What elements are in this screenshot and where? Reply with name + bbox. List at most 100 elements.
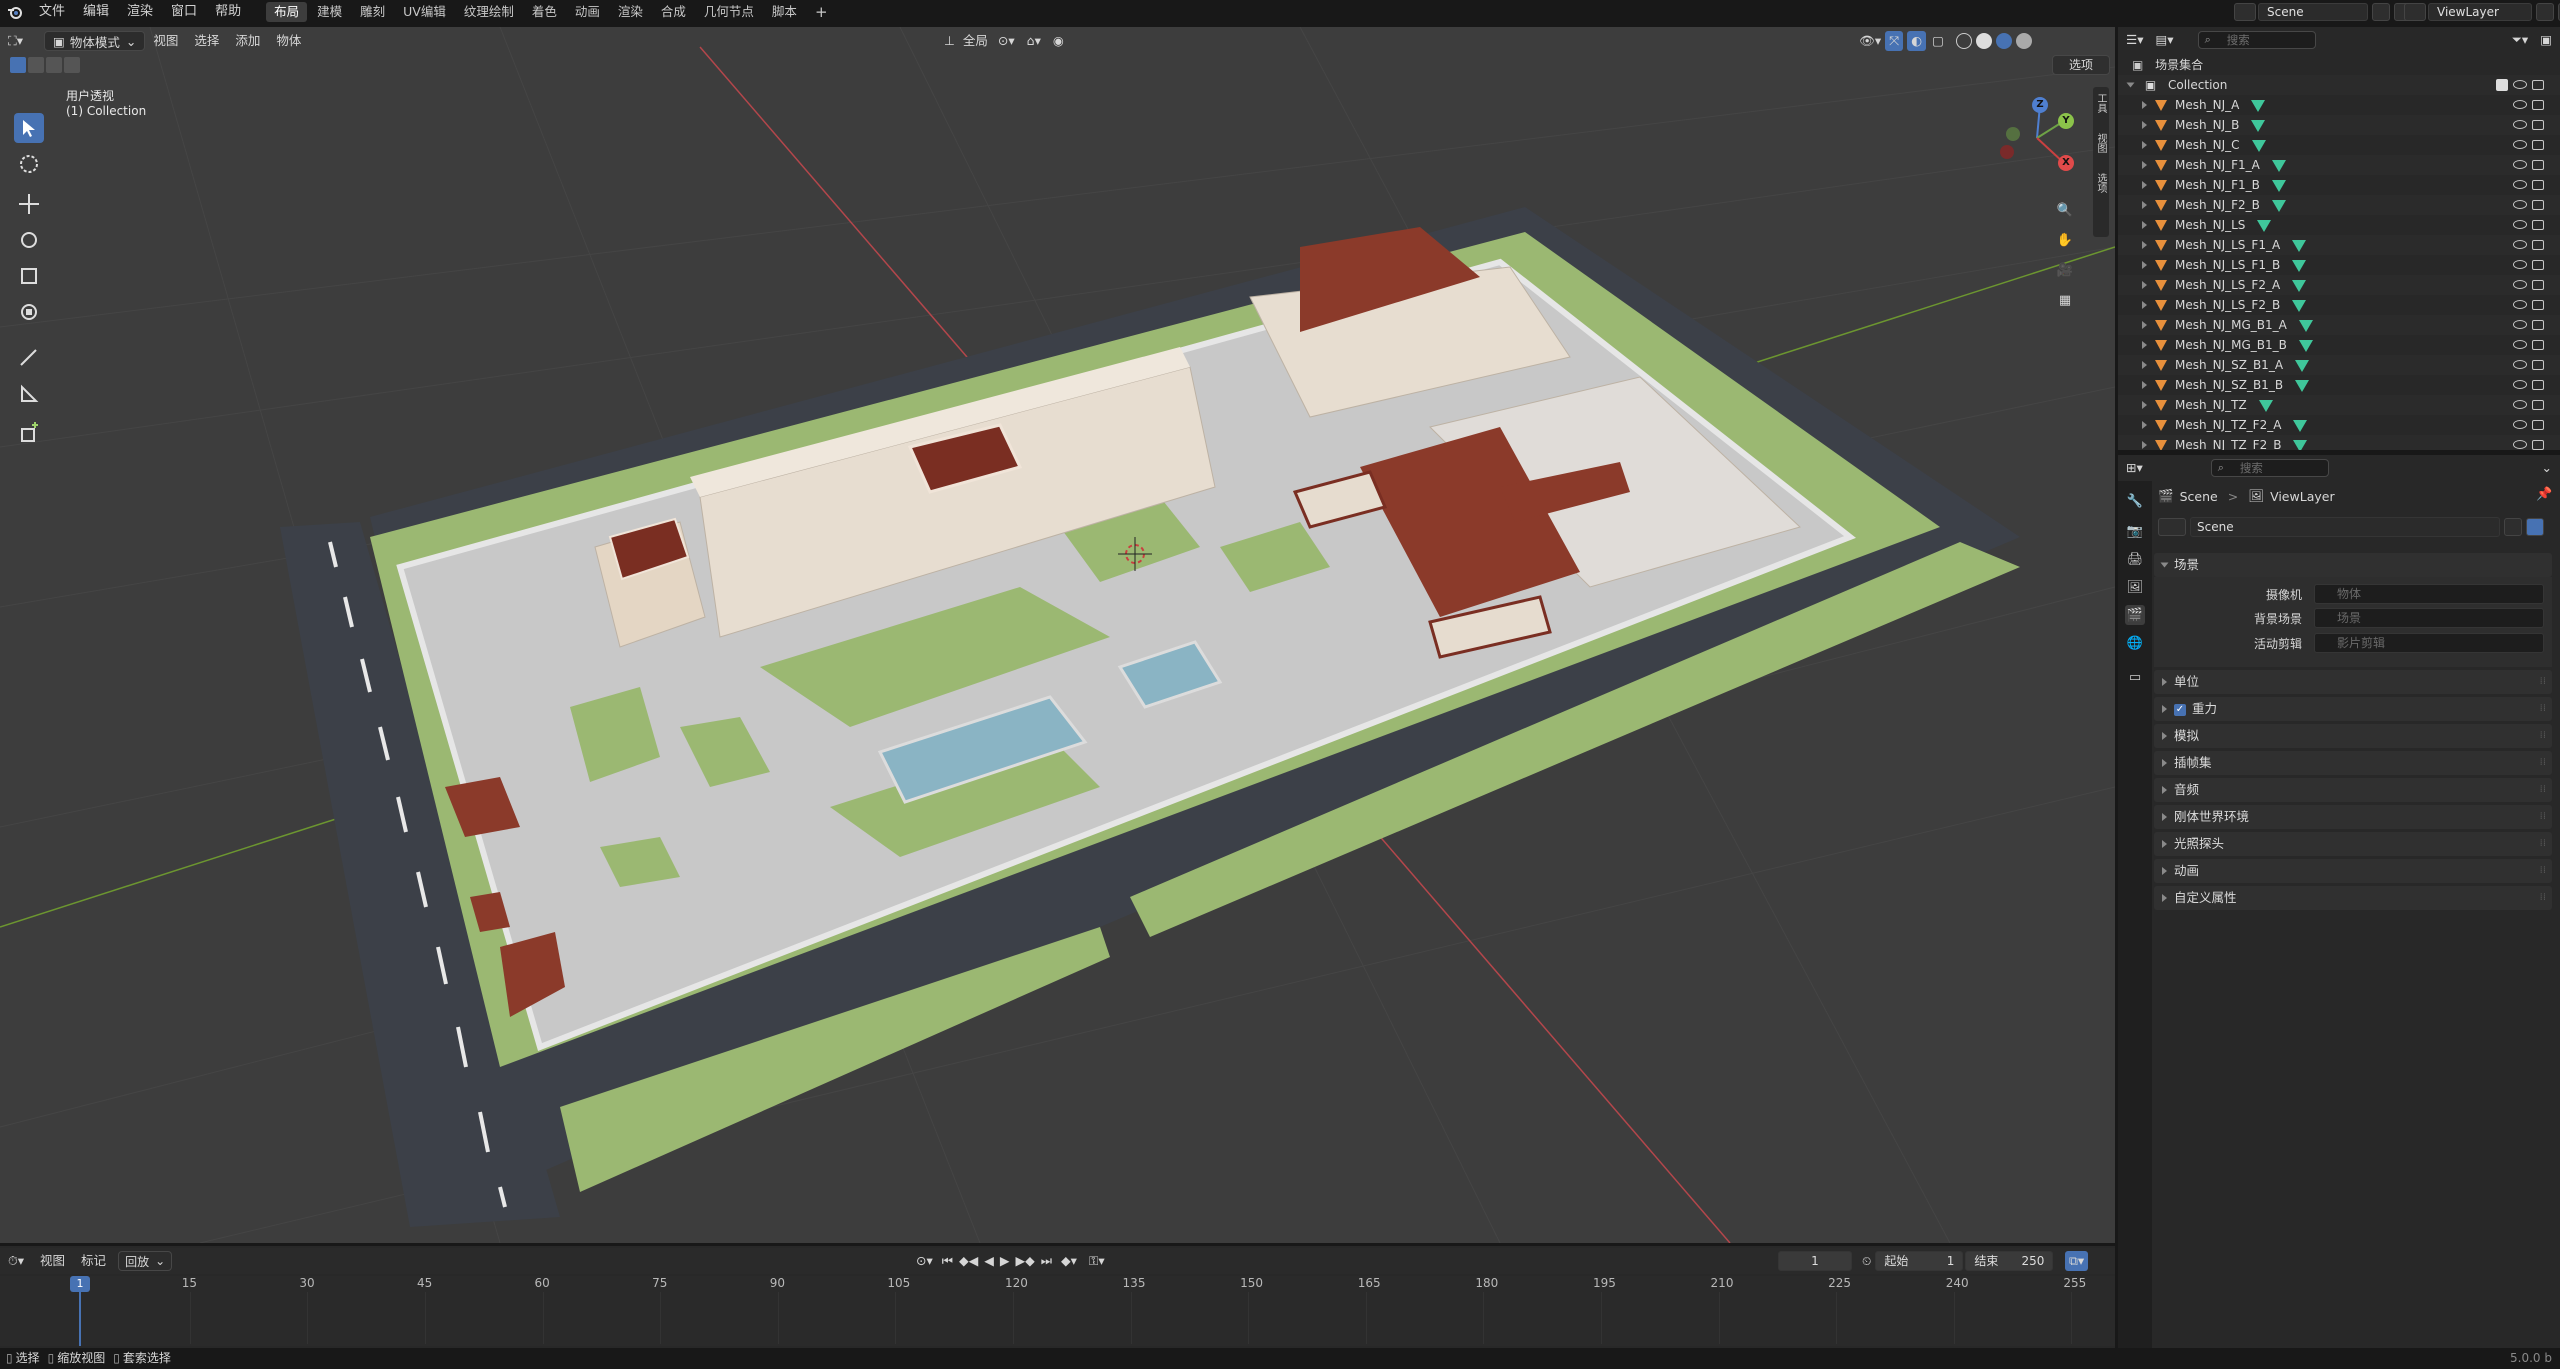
rotate-tool-icon[interactable] [14,225,44,255]
visibility-icon[interactable] [2513,320,2527,329]
sidebar-tab-view[interactable]: 视图 [2093,127,2108,167]
gizmo-toggle-icon[interactable]: ⤧ [1885,31,1904,51]
tab-scripting[interactable]: 脚本 [764,2,805,22]
tab-modeling[interactable]: 建模 [309,2,350,22]
mesh-data-icon[interactable] [2251,119,2266,132]
tab-layout[interactable]: 布局 [266,2,308,22]
camera-view-icon[interactable]: 🎥 [2052,257,2078,283]
start-frame-field[interactable]: 起始 1 [1875,1251,1964,1271]
visibility-icon[interactable] [2513,360,2527,369]
view-layer-icon[interactable] [2404,3,2426,21]
render-tab-icon[interactable]: 📷 [2125,521,2145,541]
visibility-icon[interactable] [2513,160,2527,169]
timeline-menu-marker[interactable]: 标记 [73,1251,114,1271]
expand-arrow-icon[interactable] [2142,321,2147,329]
outliner-editor-icon[interactable]: ☰▾ [2118,30,2151,50]
collection-tab-icon[interactable]: ▭ [2125,667,2145,687]
snap-icon[interactable]: ⌂▾ [1021,31,1047,51]
expand-arrow-icon[interactable] [2142,301,2147,309]
options-dropdown[interactable]: 选项 [2052,55,2110,75]
properties-search[interactable]: ⌕ 搜索 [2210,459,2329,477]
gizmo-neg-y[interactable] [2006,127,2020,141]
render-visibility-icon[interactable] [2532,140,2544,150]
select-new-icon[interactable] [10,57,26,73]
expand-arrow-icon[interactable] [2142,161,2147,169]
expand-arrow-icon[interactable] [2142,421,2147,429]
editor-type-icon[interactable]: ⛶▾ [0,31,36,51]
menu-file[interactable]: 文件 [30,0,74,24]
outliner-item[interactable]: Mesh_NJ_TZ_F2_B [2118,435,2560,450]
render-visibility-icon[interactable] [2532,260,2544,270]
panel-item[interactable]: 插帧集 ⁞⁞ [2154,751,2552,775]
outliner-item[interactable]: Mesh_NJ_SZ_B1_A [2118,355,2560,375]
outliner-item[interactable]: Mesh_NJ_LS_F1_B [2118,255,2560,275]
expand-arrow-icon[interactable] [2142,341,2147,349]
scene-name-field[interactable]: Scene [2258,3,2368,21]
keyframe-insert-icon[interactable]: ◆▾ [1055,1251,1083,1271]
camera-field[interactable]: 物体 [2314,584,2544,604]
3d-viewport[interactable]: ⛶▾ ▣ 物体模式 ⌄ 视图 选择 添加 物体 ⊥ 全局 ⊙▾ ⌂▾ ◉ 👁▾ … [0,27,2115,1243]
render-visibility-icon[interactable] [2532,300,2544,310]
render-visibility-icon[interactable] [2532,400,2544,410]
transform-tool-icon[interactable] [14,297,44,327]
world-tab-icon[interactable]: 🌐 [2125,633,2145,653]
outliner-item[interactable]: Mesh_NJ_F1_A [2118,155,2560,175]
panel-scene[interactable]: 场景 [2154,553,2552,577]
expand-arrow-icon[interactable] [2142,241,2147,249]
drag-handle-icon[interactable]: ⁞⁞ [2540,832,2546,856]
mesh-data-icon[interactable] [2251,99,2266,112]
render-visibility-icon[interactable] [2532,280,2544,290]
tab-animation[interactable]: 动画 [567,2,608,22]
render-visibility-icon[interactable] [2532,360,2544,370]
render-visibility-icon[interactable] [2532,440,2544,450]
outliner-item[interactable]: Mesh_NJ_F2_B [2118,195,2560,215]
drag-handle-icon[interactable]: ⁞⁞ [2540,724,2546,748]
mesh-data-icon[interactable] [2258,399,2273,412]
render-visibility-icon[interactable] [2532,380,2544,390]
current-frame-field[interactable]: 1 [1778,1251,1852,1271]
tab-rendering[interactable]: 渲染 [610,2,651,22]
pivot-icon[interactable]: ⊙▾ [992,31,1021,51]
jump-end-icon[interactable]: ⏭ [1038,1251,1055,1271]
visibility-icon[interactable] [2513,340,2527,349]
panel-item[interactable]: 刚体世界环境 ⁞⁞ [2154,805,2552,829]
properties-options-icon[interactable]: ⌄ [2534,458,2560,478]
expand-arrow-icon[interactable] [2142,181,2147,189]
visibility-icon[interactable] [2513,180,2527,189]
timeline-menu-view[interactable]: 视图 [32,1251,73,1271]
sidebar-tab-options[interactable]: 选项 [2093,167,2108,207]
render-visibility-icon[interactable] [2532,100,2544,110]
gizmo-neg-x[interactable] [2000,145,2014,159]
tab-shading[interactable]: 着色 [524,2,565,22]
mesh-data-icon[interactable] [2298,339,2313,352]
visibility-icon[interactable] [2513,380,2527,389]
timeline-ruler[interactable]: 15 30 45 60 75 90 105 120 135 150 165 180 195 210 225 2… [0,1276,2115,1346]
tree-scene-collection[interactable]: ▣ 场景集合 [2118,55,2560,75]
drag-handle-icon[interactable]: ⁞⁞ [2540,751,2546,775]
prev-keyframe-icon[interactable]: ◆◀ [956,1251,981,1271]
next-keyframe-icon[interactable]: ▶◆ [1013,1251,1038,1271]
visibility-icon[interactable] [2513,440,2527,449]
new-scene-icon[interactable] [2372,3,2390,21]
render-visibility-icon[interactable] [2532,420,2544,430]
expand-arrow-icon[interactable] [2142,201,2147,209]
menu-view[interactable]: 视图 [145,31,186,51]
orientation-icon[interactable]: ⊥ [940,31,959,51]
view-layer-tab-icon[interactable]: 🖼 [2125,577,2145,597]
render-visibility-icon[interactable] [2532,120,2544,130]
mesh-data-icon[interactable] [2271,159,2286,172]
outliner-item[interactable]: Mesh_NJ_TZ [2118,395,2560,415]
active-clip-field[interactable]: 影片剪辑 [2314,633,2544,653]
view-layer-field[interactable]: ViewLayer [2428,3,2532,21]
collection-render-icon[interactable] [2532,80,2544,90]
panel-item[interactable]: 自定义属性 ⁞⁞ [2154,886,2552,910]
shading-wireframe-icon[interactable] [1955,33,1972,49]
expand-arrow-icon[interactable] [2126,82,2135,88]
mesh-data-icon[interactable] [2295,379,2310,392]
outliner-item[interactable]: Mesh_NJ_B [2118,115,2560,135]
move-tool-icon[interactable] [14,189,44,219]
visibility-icon[interactable] [2513,420,2527,429]
mesh-data-icon[interactable] [2293,439,2308,450]
drag-handle-icon[interactable]: ⁞⁞ [2540,697,2546,721]
mesh-data-icon[interactable] [2298,319,2313,332]
